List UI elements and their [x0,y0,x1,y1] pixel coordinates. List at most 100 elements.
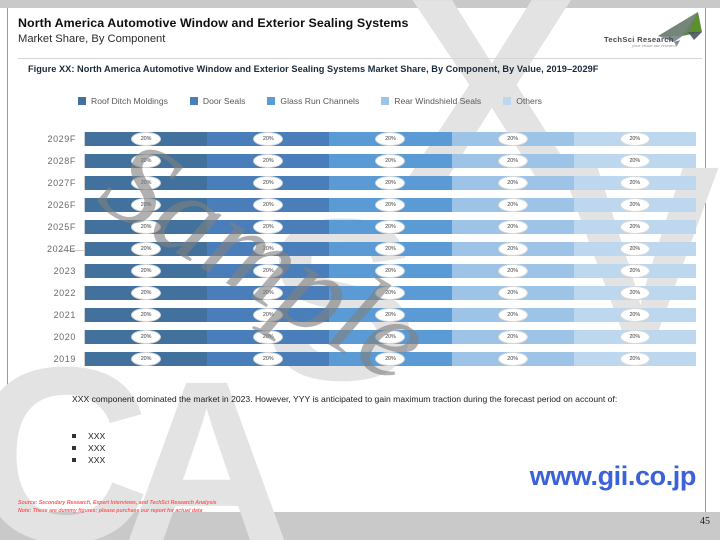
category-label: 2019 [53,354,76,364]
legend-item-label: Glass Run Channels [280,96,360,106]
stacked-bar: 20% 20% 20% 20% 20% [84,330,696,344]
bar-segment[interactable]: 20% [85,308,208,322]
stacked-bar: 20% 20% 20% 20% 20% [84,264,696,278]
bar-segment[interactable]: 20% [451,154,574,168]
legend-item-3[interactable]: Rear Windshield Seals [381,96,481,106]
bar-segment[interactable]: 20% [329,286,452,300]
bar-segment-value-label: 20% [131,286,162,300]
bar-segment[interactable]: 20% [573,330,696,344]
bar-segment[interactable]: 20% [85,132,208,146]
stacked-bar: 20% 20% 20% 20% 20% [84,176,696,190]
bar-segment[interactable]: 20% [573,308,696,322]
bar-segment-value-label: 20% [619,264,650,278]
bar-segment[interactable]: 20% [207,286,330,300]
bar-segment[interactable]: 20% [329,176,452,190]
bar-segment[interactable]: 20% [329,264,452,278]
bar-segment[interactable]: 20% [329,352,452,366]
stacked-bar: 20% 20% 20% 20% 20% [84,154,696,168]
legend-item-0[interactable]: Roof Ditch Moldings [78,96,168,106]
bar-segment-value-label: 20% [131,176,162,190]
bar-segment[interactable]: 20% [85,286,208,300]
bar-segment[interactable]: 20% [329,242,452,256]
bar-segment[interactable]: 20% [451,352,574,366]
bar-segment[interactable]: 20% [207,352,330,366]
bar-segment[interactable]: 20% [451,330,574,344]
list-item-label: XXX [88,443,106,453]
legend-item-label: Door Seals [202,96,246,106]
bar-segment[interactable]: 20% [85,220,208,234]
bar-segment[interactable]: 20% [85,154,208,168]
bar-segment[interactable]: 20% [207,132,330,146]
bar-segment[interactable]: 20% [573,352,696,366]
legend-item-1[interactable]: Door Seals [189,96,246,106]
bar-segment[interactable]: 20% [85,198,208,212]
bar-segment[interactable]: 20% [573,176,696,190]
bar-segment[interactable]: 20% [207,220,330,234]
bar-segment[interactable]: 20% [85,264,208,278]
bar-segment-value-label: 20% [497,330,528,344]
bar-segment[interactable]: 20% [329,132,452,146]
bar-segment[interactable]: 20% [573,132,696,146]
bar-segment[interactable]: 20% [573,220,696,234]
bar-segment-value-label: 20% [375,286,406,300]
bar-segment-value-label: 20% [253,220,284,234]
note-line: Note: These are dummy figures; please pu… [18,507,203,514]
bar-segment[interactable]: 20% [573,264,696,278]
category-label: 2021 [53,310,76,320]
bar-segment[interactable]: 20% [451,264,574,278]
bar-segment[interactable]: 20% [207,330,330,344]
list-item: XXX [72,454,372,466]
bar-segment[interactable]: 20% [451,242,574,256]
bar-segment[interactable]: 20% [85,330,208,344]
bar-segment[interactable]: 20% [329,154,452,168]
bar-segment-value-label: 20% [375,220,406,234]
logo-tagline: your vision our research [632,43,677,48]
bar-segment[interactable]: 20% [85,242,208,256]
bar-segment[interactable]: 20% [85,352,208,366]
bar-segment[interactable]: 20% [451,176,574,190]
bar-segment[interactable]: 20% [573,286,696,300]
list-item: XXX [72,430,372,442]
bar-segment-value-label: 20% [253,242,284,256]
category-label: 2026F [47,200,76,210]
list-item-label: XXX [88,455,106,465]
legend-item-4[interactable]: Others [503,96,542,106]
bar-segment-value-label: 20% [131,154,162,168]
bar-segment-value-label: 20% [619,308,650,322]
bar-segment[interactable]: 20% [451,286,574,300]
bar-segment[interactable]: 20% [207,242,330,256]
bar-segment-value-label: 20% [375,198,406,212]
bar-segment-value-label: 20% [131,352,162,366]
bar-segment[interactable]: 20% [85,176,208,190]
category-label: 2028F [47,156,76,166]
chart-row: 2026F 20% 20% 20% 20% 20% [24,194,696,216]
bar-segment[interactable]: 20% [329,198,452,212]
frame-right-band [705,8,720,512]
legend-item-2[interactable]: Glass Run Channels [267,96,359,106]
bar-segment[interactable]: 20% [207,176,330,190]
bar-segment[interactable]: 20% [207,264,330,278]
bar-segment[interactable]: 20% [207,154,330,168]
bar-segment[interactable]: 20% [573,154,696,168]
bar-segment-value-label: 20% [619,242,650,256]
bar-segment[interactable]: 20% [207,308,330,322]
bar-segment[interactable]: 20% [207,198,330,212]
page-number: 45 [700,516,710,527]
bar-segment-value-label: 20% [497,220,528,234]
bar-segment[interactable]: 20% [451,132,574,146]
bar-segment-value-label: 20% [253,198,284,212]
bar-segment[interactable]: 20% [329,330,452,344]
bar-segment[interactable]: 20% [329,308,452,322]
bar-segment[interactable]: 20% [573,242,696,256]
chart-row: 2027F 20% 20% 20% 20% 20% [24,172,696,194]
bar-segment[interactable]: 20% [451,220,574,234]
bar-segment[interactable]: 20% [451,198,574,212]
bar-segment[interactable]: 20% [451,308,574,322]
bar-segment-value-label: 20% [131,330,162,344]
bar-segment[interactable]: 20% [573,198,696,212]
bar-segment-value-label: 20% [619,330,650,344]
chart-row: 2024E 20% 20% 20% 20% 20% [24,238,696,260]
bar-segment[interactable]: 20% [329,220,452,234]
gii-url[interactable]: www.gii.co.jp [530,461,697,492]
bar-segment-value-label: 20% [619,220,650,234]
